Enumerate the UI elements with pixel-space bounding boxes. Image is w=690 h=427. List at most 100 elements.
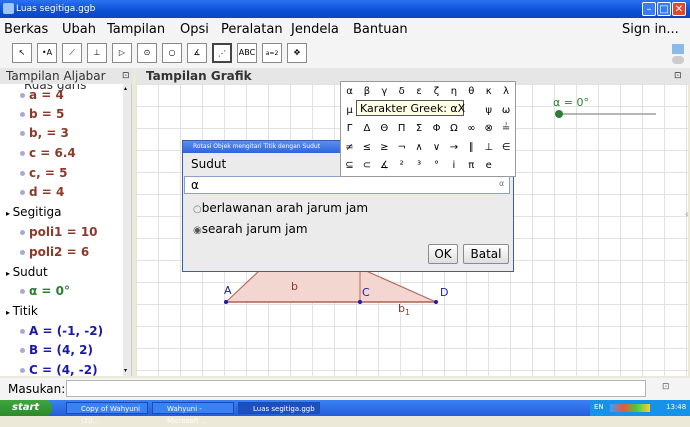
algebra-view[interactable]: Ruas garis a = 4b = 5 b, = 3c = 6.4 c, = 5… xyxy=(0,84,132,376)
greek-symbol-button[interactable]: ∡ xyxy=(377,157,392,174)
tray-icons[interactable] xyxy=(610,404,650,412)
algebra-item[interactable]: poli2 = 6 xyxy=(20,245,89,259)
algebra-item[interactable]: a = 4 xyxy=(20,88,64,102)
sign-in-link[interactable]: Sign in... xyxy=(622,22,679,37)
visibility-dot-icon[interactable] xyxy=(20,230,25,235)
greek-symbol-button[interactable]: Δ xyxy=(359,120,374,137)
visibility-dot-icon[interactable] xyxy=(20,250,25,255)
menu-jendela[interactable]: Jendela xyxy=(291,22,339,37)
radio-ccw-circle-icon[interactable]: ○ xyxy=(193,204,202,215)
symbol-picker-icon[interactable]: α xyxy=(499,179,504,188)
visibility-dot-icon[interactable] xyxy=(20,151,25,156)
close-button[interactable]: ✕ xyxy=(672,2,686,16)
visibility-dot-icon[interactable] xyxy=(20,131,25,136)
greek-symbol-button[interactable]: Φ xyxy=(429,120,444,137)
greek-symbol-button[interactable]: ∞ xyxy=(464,120,479,137)
menu-ubah[interactable]: Ubah xyxy=(62,22,96,37)
graphics-close-icon[interactable]: ⊡ xyxy=(674,68,682,84)
greek-symbol-button[interactable]: ψ xyxy=(481,102,496,119)
greek-symbol-button[interactable]: α xyxy=(342,83,357,100)
polygon-tool-icon[interactable]: ▷ xyxy=(112,43,132,63)
greek-symbol-button[interactable]: ⊆ xyxy=(342,157,357,174)
radio-ccw[interactable]: ○berlawanan arah jarum jam xyxy=(193,201,368,215)
scroll-down-icon[interactable]: ▾ xyxy=(124,368,130,374)
slider-tool-icon[interactable]: a=2 xyxy=(262,43,282,63)
greek-symbol-button[interactable]: ∈ xyxy=(499,139,514,156)
greek-symbol-button[interactable]: ° xyxy=(429,157,444,174)
menu-peralatan[interactable]: Peralatan xyxy=(221,22,283,37)
algebra-item[interactable]: A = (-1, -2) xyxy=(20,324,103,338)
greek-symbol-button[interactable]: ⊗ xyxy=(481,120,496,137)
greek-symbol-button[interactable]: → xyxy=(446,139,461,156)
radio-cw[interactable]: ◉searah jarum jam xyxy=(193,222,308,236)
point-tool-icon[interactable]: •A xyxy=(37,43,57,63)
point-a[interactable] xyxy=(224,300,228,304)
visibility-dot-icon[interactable] xyxy=(20,112,25,117)
language-indicator[interactable]: EN xyxy=(594,403,604,411)
triangle-polygon[interactable] xyxy=(224,269,437,303)
input-field[interactable] xyxy=(66,380,646,397)
move-graphics-tool-icon[interactable]: ✥ xyxy=(287,43,307,63)
slider-knob[interactable] xyxy=(555,110,563,118)
greek-symbol-button[interactable]: Σ xyxy=(412,120,427,137)
greek-symbol-button[interactable]: ε xyxy=(412,83,427,100)
visibility-dot-icon[interactable] xyxy=(20,329,25,334)
greek-symbol-button[interactable]: e xyxy=(481,157,496,174)
greek-symbol-button[interactable]: β xyxy=(359,83,374,100)
greek-symbol-button[interactable]: κ xyxy=(481,83,496,100)
greek-symbol-button[interactable]: μ xyxy=(342,102,357,119)
algebra-scrollbar[interactable]: ▴ ▾ xyxy=(123,84,131,376)
algebra-item[interactable]: C = (4, -2) xyxy=(20,363,98,376)
point-d[interactable] xyxy=(434,300,438,304)
algebra-item[interactable]: α = 0° xyxy=(20,284,70,298)
algebra-item[interactable]: poli1 = 10 xyxy=(20,225,98,239)
menu-tampilan[interactable]: Tampilan xyxy=(107,22,165,37)
greek-symbol-button[interactable]: θ xyxy=(464,83,479,100)
greek-symbol-button[interactable]: ζ xyxy=(429,83,444,100)
greek-symbol-button[interactable]: ⊥ xyxy=(481,139,496,156)
greek-symbol-button[interactable]: δ xyxy=(394,83,409,100)
visibility-dot-icon[interactable] xyxy=(20,368,25,373)
start-button[interactable]: start xyxy=(0,400,52,416)
greek-symbol-button[interactable]: ≥ xyxy=(377,139,392,156)
maximize-button[interactable]: □ xyxy=(657,2,671,16)
scroll-up-icon[interactable]: ▴ xyxy=(124,86,130,92)
greek-symbol-button[interactable]: ¬ xyxy=(394,139,409,156)
graphics-side-arrow-icon[interactable]: ‹ xyxy=(685,210,690,224)
greek-symbol-button[interactable]: γ xyxy=(377,83,392,100)
greek-symbol-button[interactable]: Θ xyxy=(377,120,392,137)
cancel-button[interactable]: Batal xyxy=(463,244,509,264)
circle-three-points-icon[interactable]: ○ xyxy=(162,43,182,63)
algebra-item[interactable]: b = 5 xyxy=(20,107,64,121)
greek-symbol-button[interactable]: i xyxy=(446,157,461,174)
greek-symbol-button[interactable]: π xyxy=(464,157,479,174)
greek-symbol-button[interactable]: ∧ xyxy=(412,139,427,156)
greek-symbol-button[interactable]: ⊂ xyxy=(359,157,374,174)
greek-symbol-button[interactable]: ∥ xyxy=(464,139,479,156)
visibility-dot-icon[interactable] xyxy=(20,93,25,98)
greek-symbol-button[interactable]: Γ xyxy=(342,120,357,137)
greek-symbol-button[interactable]: Ω xyxy=(446,120,461,137)
menu-berkas[interactable]: Berkas xyxy=(4,22,48,37)
radio-cw-checked-icon[interactable]: ◉ xyxy=(193,225,202,236)
menu-opsi[interactable]: Opsi xyxy=(180,22,209,37)
greek-symbol-button[interactable]: ² xyxy=(394,157,409,174)
visibility-dot-icon[interactable] xyxy=(20,190,25,195)
algebra-category[interactable]: ▸ Segitiga xyxy=(6,205,62,219)
circle-tool-icon[interactable]: ⊙ xyxy=(137,43,157,63)
algebra-item[interactable]: c, = 5 xyxy=(20,166,67,180)
task-word[interactable]: Wahyuni - Microsoft ... xyxy=(152,402,234,425)
algebra-item[interactable]: c = 6.4 xyxy=(20,146,76,160)
visibility-dot-icon[interactable] xyxy=(20,289,25,294)
reflect-tool-icon[interactable]: ⋰ xyxy=(212,43,232,63)
perpendicular-tool-icon[interactable]: ⊥ xyxy=(87,43,107,63)
greek-symbol-button[interactable]: ≟ xyxy=(499,120,514,137)
menu-bantuan[interactable]: Bantuan xyxy=(353,22,408,37)
move-tool-icon[interactable]: ↖ xyxy=(12,43,32,63)
greek-symbol-button[interactable]: λ xyxy=(499,83,514,100)
algebra-close-icon[interactable]: ⊡ xyxy=(122,68,130,84)
task-wahyuni-copy[interactable]: Copy of Wahyuni (20... xyxy=(66,402,148,425)
greek-symbol-button[interactable]: η xyxy=(446,83,461,100)
greek-symbol-button[interactable]: ≤ xyxy=(359,139,374,156)
visibility-dot-icon[interactable] xyxy=(20,171,25,176)
